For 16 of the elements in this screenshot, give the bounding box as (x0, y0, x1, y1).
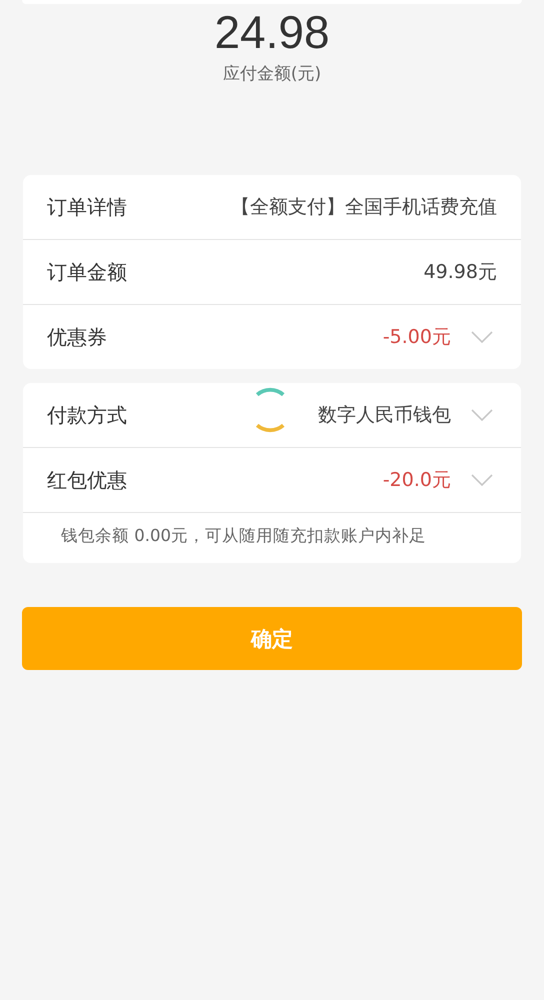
row-value: 49.98元 (424, 260, 497, 285)
row-value[interactable]: -5.00元 (382, 324, 451, 350)
row-label: 红包优惠 (47, 466, 127, 494)
amount-label: 应付金额(元) (222, 63, 322, 85)
chevron-down-icon[interactable] (471, 474, 493, 486)
chevron-down-icon[interactable] (471, 409, 493, 421)
row-label: 付款方式 (47, 402, 127, 428)
wallet-balance-note: 钱包余额 0.00元，可从随用随充扣款账户内补足 (60, 525, 427, 547)
row-value[interactable]: -20.0元 (382, 467, 451, 493)
row-label: 订单金额 (47, 258, 127, 286)
row-value[interactable]: 数字人民币钱包 (318, 402, 451, 428)
payable-amount: 24.98 (214, 6, 330, 58)
row-label: 订单详情 (47, 194, 127, 220)
row-label: 优惠券 (47, 324, 107, 350)
chevron-down-icon[interactable] (471, 331, 493, 343)
row-value: 【全额支付】全国手机话费充值 (231, 195, 497, 220)
